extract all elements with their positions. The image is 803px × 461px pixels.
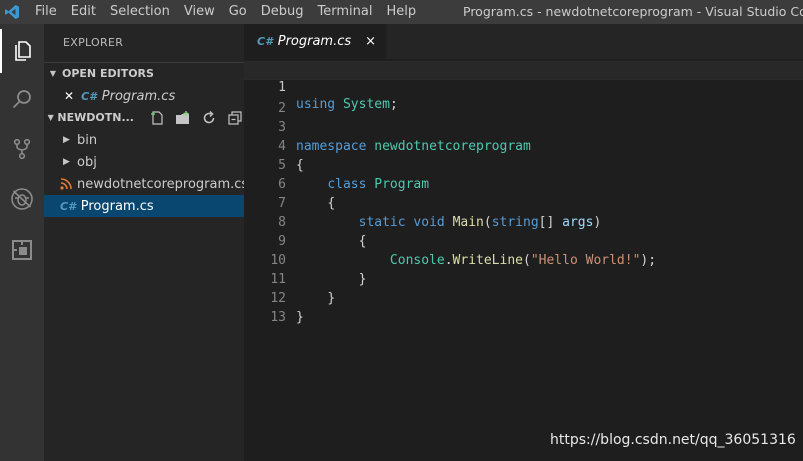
open-editors-label: OPEN EDITORS — [62, 67, 154, 80]
code-line: 9 Console.WriteLine("Hello World!"); — [244, 213, 803, 268]
csharp-file-icon: C# — [257, 35, 273, 48]
tree-item-label: bin — [77, 132, 98, 148]
rss-icon — [60, 178, 72, 190]
menu-terminal[interactable]: Terminal — [311, 0, 380, 24]
extensions-icon[interactable] — [0, 228, 44, 272]
open-editors-header[interactable]: ▼ OPEN EDITORS — [44, 62, 244, 85]
code-line: 12 } — [244, 270, 803, 325]
code-line: 1 using System; — [244, 61, 803, 112]
code-line: 6 { — [244, 156, 803, 211]
tab-label: Program.cs — [277, 34, 352, 49]
tab-program-cs[interactable]: C# Program.cs × — [244, 24, 387, 59]
open-editor-label: Program.cs — [101, 88, 176, 104]
new-file-icon[interactable] — [148, 109, 166, 127]
tree-item-label: Program.cs — [80, 198, 154, 214]
tree-item-csproj[interactable]: newdotnetcoreprogram.cs... — [44, 173, 244, 195]
tree-item-bin[interactable]: ▶ bin — [44, 129, 244, 151]
line-number: 13 — [270, 310, 286, 325]
close-icon[interactable]: ✕ — [64, 89, 74, 103]
code-line: 4 { — [244, 118, 803, 173]
window-title: Program.cs - newdotnetcoreprogram - Visu… — [463, 4, 803, 19]
editor-area: C# Program.cs × 1 using System; 2 3 name… — [244, 24, 803, 461]
csharp-file-icon: C# — [81, 89, 97, 103]
collapse-all-icon[interactable] — [226, 109, 244, 127]
activity-bar — [0, 24, 44, 461]
tree-item-program-cs[interactable]: C# Program.cs — [44, 195, 244, 217]
explorer-icon[interactable] — [0, 29, 44, 73]
chevron-down-icon: ▼ — [47, 113, 54, 122]
new-folder-icon[interactable] — [174, 109, 192, 127]
tree-item-label: newdotnetcoreprogram.cs... — [77, 176, 244, 192]
close-icon[interactable]: × — [365, 34, 376, 49]
project-folder-header[interactable]: ▼ NEWDOTN... — [44, 107, 244, 129]
menu-edit[interactable]: Edit — [64, 0, 103, 24]
code-line: 5 class Program — [244, 137, 803, 192]
source-control-icon[interactable] — [0, 127, 44, 171]
chevron-down-icon: ▼ — [49, 69, 57, 78]
code-text: } — [296, 310, 304, 325]
refresh-icon[interactable] — [200, 109, 218, 127]
project-folder-label: NEWDOTN... — [57, 111, 134, 124]
project-actions — [140, 109, 244, 127]
code-line: 2 — [244, 80, 803, 116]
code-editor[interactable]: 1 using System; 2 3 namespace newdotnetc… — [244, 61, 803, 325]
chevron-right-icon: ▶ — [63, 135, 70, 145]
tab-bar: C# Program.cs × — [244, 24, 803, 59]
code-line: 7 static void Main(string[] args) — [244, 175, 803, 230]
code-line: 11 } — [244, 251, 803, 306]
watermark: https://blog.csdn.net/qq_36051316 — [550, 432, 796, 448]
menu-file[interactable]: File — [28, 0, 64, 24]
menu-bar: File Edit Selection View Go Debug Termin… — [28, 0, 423, 24]
debug-icon[interactable] — [0, 177, 44, 221]
menu-debug[interactable]: Debug — [254, 0, 311, 24]
search-icon[interactable] — [0, 78, 44, 122]
menu-view[interactable]: View — [177, 0, 222, 24]
explorer-sidebar: EXPLORER ▼ OPEN EDITORS ✕ C# Program.cs … — [44, 24, 244, 461]
open-editor-item[interactable]: ✕ C# Program.cs — [44, 85, 244, 107]
menu-help[interactable]: Help — [379, 0, 423, 24]
code-line: 3 namespace newdotnetcoreprogram — [244, 99, 803, 154]
code-line: 8 { — [244, 194, 803, 249]
tree-item-label: obj — [77, 154, 97, 170]
vscode-logo-icon — [0, 0, 24, 24]
menu-selection[interactable]: Selection — [103, 0, 177, 24]
menu-go[interactable]: Go — [222, 0, 254, 24]
chevron-right-icon: ▶ — [63, 157, 70, 167]
code-line: 13 — [244, 289, 803, 325]
tree-item-obj[interactable]: ▶ obj — [44, 151, 244, 173]
code-line: 10 } — [244, 232, 803, 287]
title-bar: File Edit Selection View Go Debug Termin… — [0, 0, 803, 24]
csharp-file-icon: C# — [60, 199, 76, 213]
explorer-title: EXPLORER — [63, 36, 124, 49]
